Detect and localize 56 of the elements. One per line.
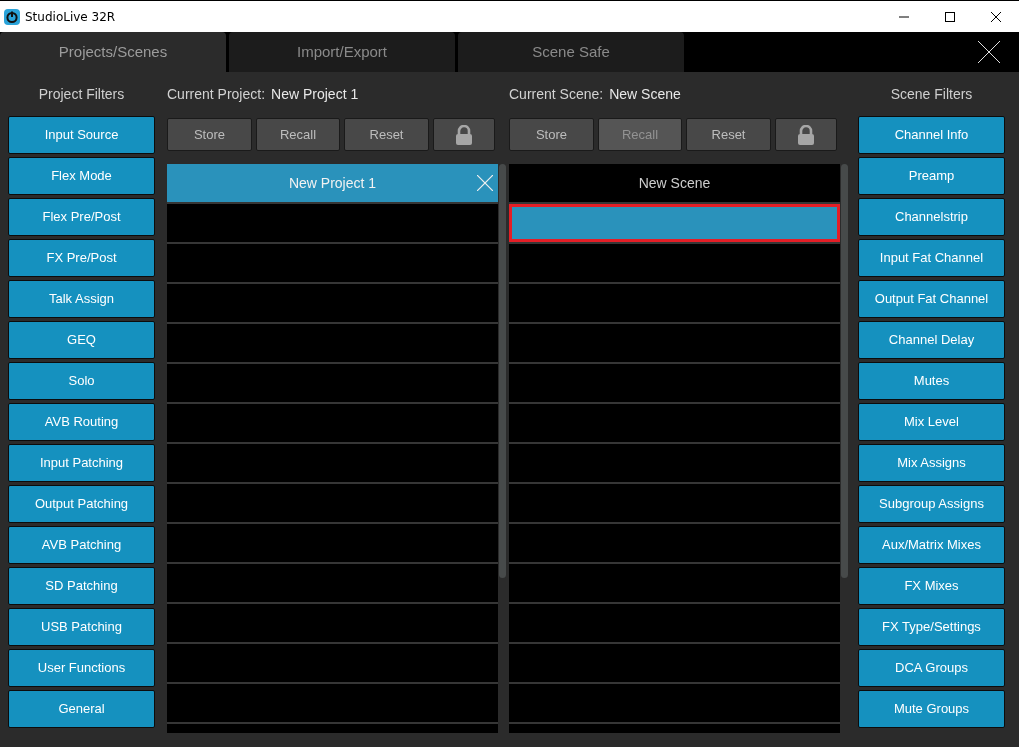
filter-button[interactable]: Input Fat Channel — [858, 239, 1005, 277]
filter-button[interactable]: Mutes — [858, 362, 1005, 400]
filter-button[interactable]: Output Fat Channel — [858, 280, 1005, 318]
filter-button[interactable]: Flex Mode — [8, 157, 155, 195]
list-row[interactable] — [509, 202, 840, 242]
filter-button[interactable]: Mix Assigns — [858, 444, 1005, 482]
tool-button[interactable]: Reset — [344, 118, 429, 151]
lock-button[interactable] — [433, 118, 495, 151]
tool-button[interactable]: Recall — [256, 118, 340, 151]
filter-button[interactable]: Subgroup Assigns — [858, 485, 1005, 523]
tab[interactable]: Projects/Scenes — [0, 32, 226, 72]
filter-button[interactable]: Flex Pre/Post — [8, 198, 155, 236]
tool-button[interactable]: Store — [167, 118, 252, 151]
filter-button[interactable]: SD Patching — [8, 567, 155, 605]
caption-value: New Scene — [609, 84, 681, 104]
lock-icon — [455, 124, 473, 145]
lock-button[interactable] — [775, 118, 837, 151]
caption-label: Current Scene: — [509, 84, 604, 104]
filter-button[interactable]: Mix Level — [858, 403, 1005, 441]
scrollbar-thumb[interactable] — [841, 164, 848, 578]
filter-button[interactable]: FX Type/Settings — [858, 608, 1005, 646]
filter-button[interactable]: FX Mixes — [858, 567, 1005, 605]
column-title: Project Filters — [37, 84, 126, 104]
close-icon[interactable] — [991, 11, 1001, 22]
filter-button[interactable]: Output Patching — [8, 485, 155, 523]
filter-button[interactable]: Input Patching — [8, 444, 155, 482]
filter-button[interactable]: Channelstrip — [858, 198, 1005, 236]
filter-button[interactable]: Channel Info — [858, 116, 1005, 154]
caption-label: Current Project: — [167, 84, 266, 104]
filter-button[interactable]: AVB Routing — [8, 403, 155, 441]
scrollbar-thumb[interactable] — [499, 164, 506, 578]
filter-button[interactable]: GEQ — [8, 321, 155, 359]
filter-button[interactable]: Talk Assign — [8, 280, 155, 318]
filter-button[interactable]: Preamp — [858, 157, 1005, 195]
filter-button[interactable]: Input Source — [8, 116, 155, 154]
power-icon — [4, 8, 20, 25]
caption-value: New Project 1 — [271, 84, 359, 104]
filter-button[interactable]: DCA Groups — [858, 649, 1005, 687]
filter-button[interactable]: General — [8, 690, 155, 728]
list-row[interactable]: New Project 1 — [167, 164, 498, 202]
filter-button[interactable]: Aux/Matrix Mixes — [858, 526, 1005, 564]
filter-button[interactable]: FX Pre/Post — [8, 239, 155, 277]
tool-button[interactable]: Reset — [686, 118, 771, 151]
tab[interactable]: Import/Export — [229, 32, 455, 72]
filter-button[interactable]: AVB Patching — [8, 526, 155, 564]
maximize-icon[interactable] — [945, 11, 955, 22]
window-title: StudioLive 32R — [25, 8, 116, 26]
column-title: Scene Filters — [889, 84, 974, 104]
filter-button[interactable]: Solo — [8, 362, 155, 400]
filter-button[interactable]: User Functions — [8, 649, 155, 687]
filter-button[interactable]: Mute Groups — [858, 690, 1005, 728]
tool-button[interactable]: Store — [509, 118, 594, 151]
filter-button[interactable]: Channel Delay — [858, 321, 1005, 359]
filter-button[interactable]: USB Patching — [8, 608, 155, 646]
tab[interactable]: Scene Safe — [458, 32, 684, 72]
lock-icon — [797, 124, 815, 145]
